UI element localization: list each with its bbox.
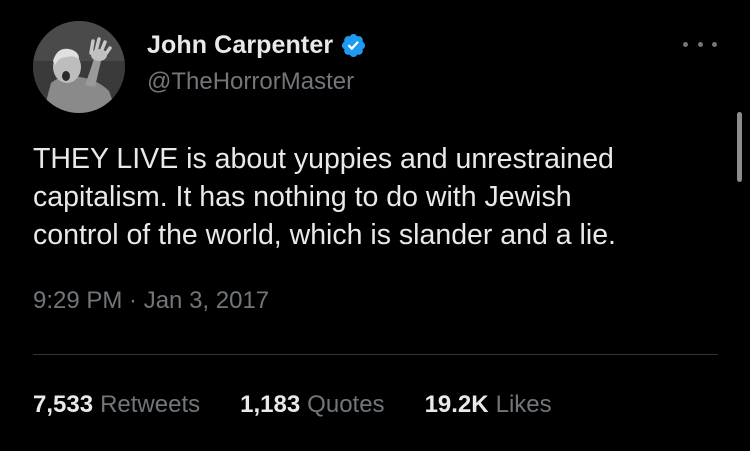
tweet-card: John Carpenter @TheHorrorMaster THEY LIV…	[0, 0, 750, 451]
tweet-text-line: capitalism. It has nothing to do with Je…	[33, 181, 572, 213]
likes-count: 19.2K	[424, 391, 489, 418]
tweet-text-line: control of the world, which is slander a…	[33, 219, 616, 251]
tweet-text: THEY LIVE is about yuppies and unrestrai…	[33, 140, 733, 254]
divider	[33, 354, 718, 355]
likes-label: Likes	[495, 391, 552, 418]
retweets-label: Retweets	[100, 391, 201, 418]
retweets-count: 7,533	[33, 391, 94, 418]
quotes-stat[interactable]: 1,183 Quotes	[240, 391, 384, 419]
scrollbar[interactable]	[737, 112, 742, 182]
verified-badge-icon	[340, 32, 367, 59]
quotes-count: 1,183	[240, 391, 301, 418]
more-dot	[712, 41, 717, 47]
tweet-text-line: THEY LIVE is about yuppies and unrestrai…	[33, 143, 614, 175]
likes-stat[interactable]: 19.2K Likes	[425, 391, 552, 419]
author-handle[interactable]: @TheHorrorMaster	[147, 68, 354, 96]
display-name[interactable]: John Carpenter	[147, 31, 333, 60]
avatar-photo	[33, 21, 125, 113]
more-horizontal-icon[interactable]	[683, 36, 717, 52]
retweets-stat[interactable]: 7,533 Retweets	[33, 391, 200, 419]
quotes-label: Quotes	[307, 391, 385, 418]
tweet-timestamp[interactable]: 9:29 PM · Jan 3, 2017	[33, 287, 269, 315]
avatar[interactable]	[33, 21, 125, 113]
author-row[interactable]: John Carpenter	[147, 28, 367, 62]
engagement-stats: 7,533 Retweets 1,183 Quotes 19.2K Likes	[33, 391, 552, 419]
more-dot	[683, 41, 688, 47]
more-dot	[697, 41, 703, 47]
